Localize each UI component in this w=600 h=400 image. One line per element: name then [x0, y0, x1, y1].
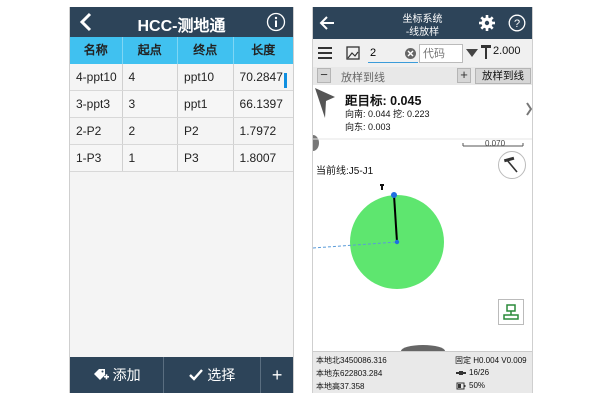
back-arrow-icon[interactable] — [319, 15, 335, 31]
stake-line-field[interactable]: 放样到线 — [341, 69, 385, 85]
cell-start: 3 — [123, 91, 179, 117]
south-cut-offset: 向南: 0.044 挖: 0.223 — [345, 109, 430, 119]
right-header: 坐标系统 -线放样 ? — [313, 7, 532, 39]
antenna-height[interactable]: 2.000 — [493, 45, 521, 57]
column-header-start[interactable]: 起点 — [123, 37, 179, 64]
help-icon[interactable]: ? — [508, 14, 526, 32]
clear-icon[interactable] — [405, 48, 416, 59]
right-chevron-icon — [526, 102, 532, 116]
info-icon[interactable] — [266, 12, 286, 32]
cell-length: 1.8007 — [239, 151, 277, 165]
local-north: 本地北3450086.316 — [316, 356, 387, 365]
stake-mark-icon — [503, 304, 519, 320]
east-offset: 向东: 0.003 — [345, 122, 391, 132]
current-line-label: 当前线:J5-J1 — [316, 166, 374, 177]
satellite-count: 16/26 — [469, 368, 490, 377]
column-header-length[interactable]: 长度 — [234, 37, 293, 64]
cell-name: 1-P3 — [70, 145, 123, 171]
title-line2: -线放样 — [405, 27, 440, 38]
stake-line-bar: − 放样到线 + 放样到线 — [313, 67, 532, 85]
gear-icon[interactable] — [478, 14, 496, 32]
add-label: 添加 — [112, 367, 141, 383]
pole-tool-button[interactable] — [498, 151, 526, 179]
code-input[interactable] — [419, 44, 463, 63]
antenna-pole-icon — [481, 45, 491, 59]
left-header: HCC-测地通 — [70, 7, 293, 37]
stake-to-line-button[interactable]: 放样到线 — [475, 68, 531, 84]
current-position-marker — [391, 192, 397, 198]
line-list-screen: HCC-测地通 名称 起点 终点 长度 4-ppt10 4 ppt10 70.2… — [69, 7, 294, 393]
stakeout-map[interactable]: 距目标: 0.045 向南: 0.044 挖: 0.223 向东: 0.003 … — [313, 85, 532, 351]
image-icon[interactable] — [346, 46, 360, 60]
table-header: 名称 起点 终点 长度 — [70, 37, 293, 64]
scrollbar[interactable] — [284, 73, 287, 88]
satellite-icon — [456, 371, 466, 375]
local-height: 本地高37.358 — [316, 382, 365, 391]
cell-end: ppt10 — [178, 64, 234, 90]
table-row[interactable]: 4-ppt10 4 ppt10 70.2847 — [70, 64, 293, 91]
bottom-action-bar: 添加 选择 + — [70, 357, 293, 393]
cell-length: 66.1397 — [239, 97, 283, 111]
plus-icon: + — [271, 364, 283, 385]
app-title: HCC-测地通 — [137, 18, 226, 35]
column-header-name[interactable]: 名称 — [70, 37, 123, 64]
target-point — [394, 239, 400, 245]
cell-name: 2-P2 — [70, 118, 123, 144]
table-row[interactable]: 3-ppt3 3 ppt1 66.1397 — [70, 91, 293, 118]
cell-start: 2 — [123, 118, 179, 144]
left-edge-handle — [313, 135, 319, 151]
back-arrow-icon[interactable] — [76, 11, 98, 33]
select-button[interactable]: 选择 — [164, 357, 262, 393]
tag-plus-icon — [93, 369, 109, 380]
minus-button[interactable]: − — [317, 68, 331, 83]
point-toolbar: 2.000 — [313, 39, 532, 67]
cell-name: 4-ppt10 — [70, 64, 123, 90]
table-row[interactable]: 2-P2 2 P2 1.7972 — [70, 118, 293, 145]
cell-start: 4 — [123, 64, 179, 90]
select-label: 选择 — [207, 367, 236, 383]
cell-start: 1 — [123, 145, 179, 171]
plus-button[interactable]: + — [457, 68, 471, 83]
status-bar: 本地北3450086.316 本地东622803.284 本地高37.358 固… — [313, 351, 532, 393]
table-row[interactable]: 1-P3 1 P3 1.8007 — [70, 145, 293, 172]
survey-pole-icon — [503, 156, 518, 173]
fix-status: 固定 H0.004 V0.009 — [455, 356, 527, 365]
scale-label: 0.070 — [485, 139, 506, 148]
battery-icon — [456, 382, 466, 390]
more-button[interactable]: + — [261, 357, 293, 393]
cell-length: 1.7972 — [239, 124, 277, 138]
menu-icon[interactable] — [318, 46, 332, 60]
cell-name: 3-ppt3 — [70, 91, 123, 117]
add-button[interactable]: 添加 — [70, 357, 165, 393]
check-icon — [189, 369, 204, 381]
cell-end: ppt1 — [178, 91, 234, 117]
battery-level: 50% — [469, 381, 486, 390]
compass-pointer-icon — [315, 88, 335, 118]
stakeout-screen: 坐标系统 -线放样 ? 2 代码 2.000 − 放样到线 + 放样到线 距目标… — [312, 7, 533, 393]
cell-end: P3 — [178, 145, 234, 171]
local-east: 本地东622803.284 — [316, 369, 383, 378]
dropdown-icon[interactable] — [466, 48, 478, 58]
svg-text:?: ? — [514, 18, 520, 30]
stake-mark-button[interactable] — [498, 299, 524, 325]
cell-end: P2 — [178, 118, 234, 144]
column-header-end[interactable]: 终点 — [178, 37, 234, 64]
